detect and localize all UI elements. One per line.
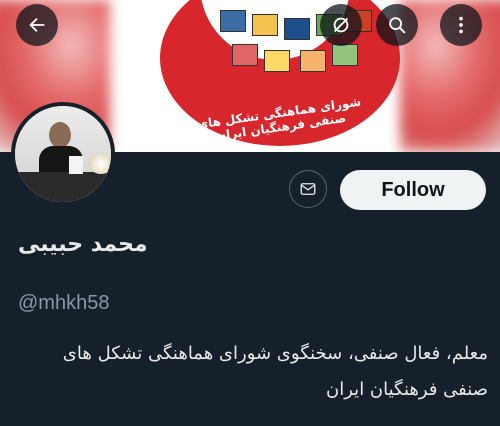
handle: @mhkh58 (18, 292, 110, 314)
search-button[interactable] (376, 4, 418, 46)
banner-emblem: شورای هماهنگی تشکل های صنفی فرهنگیان ایر… (160, 0, 400, 146)
emblem-tile (332, 44, 358, 66)
emblem-tile (284, 18, 310, 40)
bio: معلم، فعال صنفی، سخنگوی شورای هماهنگی تش… (62, 343, 488, 400)
arrow-left-icon (29, 17, 45, 33)
avatar-flowers (89, 154, 111, 174)
back-button[interactable] (16, 4, 58, 46)
emblem-tile (300, 50, 326, 72)
message-button[interactable] (289, 170, 327, 208)
display-name: محمد حبیبی (18, 232, 148, 257)
more-button[interactable] (440, 4, 482, 46)
emblem-tile (232, 44, 258, 66)
circle-slash-icon (333, 17, 349, 33)
circle-slash-button[interactable] (320, 4, 362, 46)
follow-button[interactable]: Follow (340, 170, 486, 210)
avatar[interactable] (11, 102, 115, 206)
emblem-tile (220, 10, 246, 32)
avatar-paper (69, 156, 83, 174)
emblem-tile (252, 14, 278, 36)
more-vertical-icon (459, 16, 463, 34)
avatar-desk (15, 172, 111, 202)
mail-icon (300, 183, 316, 195)
emblem-tile (264, 50, 290, 72)
avatar-person-head (49, 122, 71, 148)
search-icon (389, 17, 406, 34)
